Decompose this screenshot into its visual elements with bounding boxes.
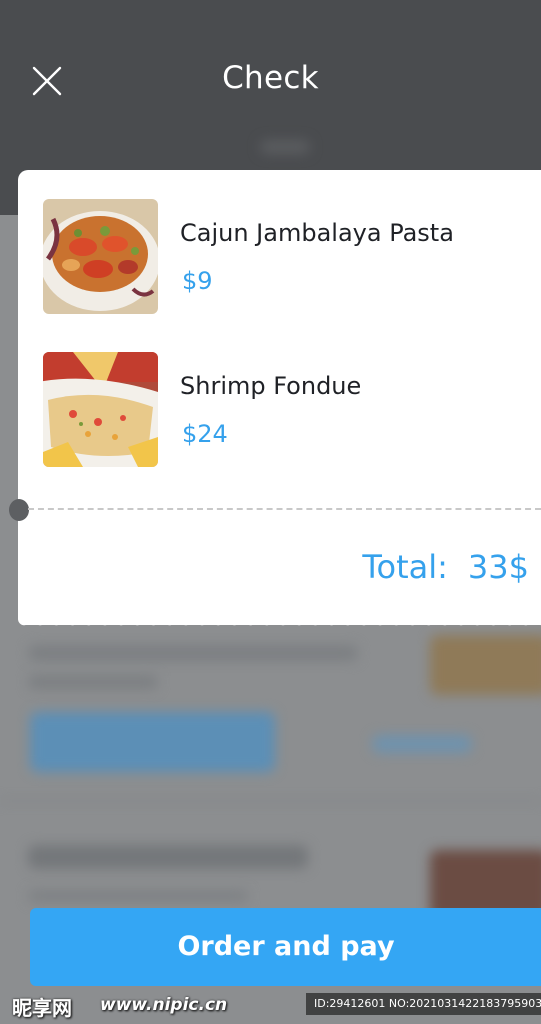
item-price: $24 — [182, 420, 228, 448]
background-blur-shape — [28, 675, 158, 689]
watermark-url: www.nipic.cn — [100, 995, 228, 1015]
background-blur-shape — [0, 800, 541, 802]
item-name: Shrimp Fondue — [180, 372, 362, 400]
receipt-notch — [9, 499, 29, 521]
dashed-divider — [28, 508, 541, 510]
pasta-photo — [43, 199, 158, 314]
background-blur-shape — [28, 645, 358, 661]
background-blur-shape — [28, 845, 308, 869]
fondue-photo — [43, 352, 158, 467]
order-and-pay-button[interactable]: Order and pay — [30, 908, 541, 986]
order-total: Total: 33$ — [362, 548, 529, 586]
background-blur-shape — [30, 712, 275, 772]
receipt-scalloped-edge — [18, 620, 541, 632]
background-blur-shape — [430, 635, 541, 695]
watermark-logo: 昵享网 — [12, 996, 72, 1020]
watermark-id: ID:29412601 NO:20210314221837959039 — [306, 993, 541, 1015]
background-blur-shape — [372, 735, 472, 753]
item-name: Cajun Jambalaya Pasta — [180, 219, 454, 247]
watermark-bar: 昵享网 www.nipic.cn ID:29412601 NO:20210314… — [0, 988, 541, 1024]
total-value: 33$ — [467, 548, 529, 586]
item-price: $9 — [182, 267, 213, 295]
page-title: Check — [222, 60, 319, 96]
total-label: Total: — [362, 548, 448, 586]
background-blur-shape — [260, 140, 310, 154]
background-blur-shape — [28, 890, 248, 902]
order-item: Shrimp Fondue $24 — [43, 352, 523, 467]
order-item: Cajun Jambalaya Pasta $9 — [43, 199, 523, 314]
